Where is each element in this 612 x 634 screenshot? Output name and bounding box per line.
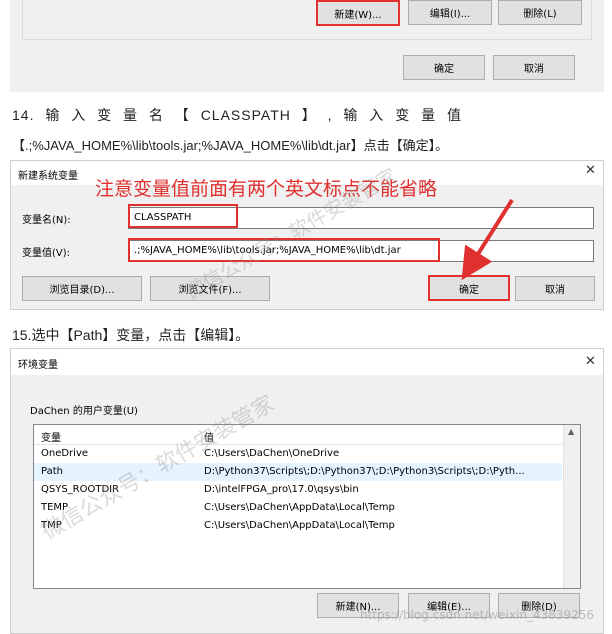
row-name: Path — [41, 466, 63, 477]
close-icon[interactable]: ✕ — [585, 354, 596, 369]
close-icon[interactable]: ✕ — [585, 163, 596, 178]
step14-line1: 14. 输 入 变 量 名 【 CLASSPATH 】 , 输 入 变 量 值 — [12, 107, 462, 123]
table-row[interactable]: TMP C:\Users\DaChen\AppData\Local\Temp — [34, 517, 562, 535]
browse-dir-button[interactable]: 浏览目录(D)... — [22, 276, 142, 301]
new-var-cancel-button[interactable]: 取消 — [515, 276, 595, 301]
row-value: C:\Users\DaChen\OneDrive — [204, 448, 340, 459]
row-name: TEMP — [41, 502, 69, 513]
top-edit-button[interactable]: 编辑(I)... — [408, 0, 492, 25]
step15-text: 15.选中【Path】变量，点击【编辑】。 — [12, 327, 250, 343]
new-var-dialog-title: 新建系统变量 — [18, 171, 78, 182]
column-header-val[interactable]: 值 — [204, 429, 214, 444]
env-titlebar — [11, 349, 603, 375]
row-name: TMP — [41, 520, 62, 531]
row-name: OneDrive — [41, 448, 89, 459]
browse-file-button[interactable]: 浏览文件(F)... — [150, 276, 270, 301]
user-vars-group-label: DaChen 的用户变量(U) — [30, 406, 138, 417]
row-value: C:\Users\DaChen\AppData\Local\Temp — [204, 520, 395, 531]
top-cancel-button[interactable]: 取消 — [493, 55, 575, 80]
env-dialog-title: 环境变量 — [18, 360, 58, 371]
table-row[interactable]: QSYS_ROOTDIR D:\intelFPGA_pro\17.0\qsys\… — [34, 481, 562, 499]
scroll-up-icon[interactable]: ▲ — [568, 427, 574, 436]
annotation-text: 注意变量值前面有两个英文标点不能省略 — [95, 178, 438, 200]
new-var-ok-button[interactable]: 确定 — [428, 275, 510, 301]
vertical-scrollbar[interactable]: ▲ — [563, 425, 580, 588]
row-name: QSYS_ROOTDIR — [41, 484, 120, 495]
env-delete-button[interactable]: 删除(D) — [498, 593, 580, 618]
list-header: 变量 值 — [34, 425, 564, 445]
table-row[interactable]: OneDrive C:\Users\DaChen\OneDrive — [34, 445, 562, 463]
var-name-highlight — [128, 204, 238, 228]
row-value: C:\Users\DaChen\AppData\Local\Temp — [204, 502, 395, 513]
row-value: D:\intelFPGA_pro\17.0\qsys\bin — [204, 484, 359, 495]
env-new-button[interactable]: 新建(N)... — [317, 593, 399, 618]
var-name-label: 变量名(N): — [22, 215, 71, 226]
var-value-label: 变量值(V): — [22, 248, 71, 259]
var-value-highlight — [128, 238, 440, 262]
top-new-button[interactable]: 新建(W)... — [316, 0, 400, 26]
user-vars-list[interactable]: 变量 值 OneDrive C:\Users\DaChen\OneDrive P… — [33, 424, 581, 589]
row-value: D:\Python37\Scripts\;D:\Python37\;D:\Pyt… — [204, 466, 525, 477]
top-delete-button[interactable]: 删除(L) — [498, 0, 582, 25]
step14-line2: 【.;%JAVA_HOME%\lib\tools.jar;%JAVA_HOME%… — [12, 138, 449, 153]
table-row[interactable]: TEMP C:\Users\DaChen\AppData\Local\Temp — [34, 499, 562, 517]
column-header-var[interactable]: 变量 — [41, 429, 61, 444]
top-ok-button[interactable]: 确定 — [403, 55, 485, 80]
env-edit-button[interactable]: 编辑(E)... — [408, 593, 490, 618]
table-row[interactable]: Path D:\Python37\Scripts\;D:\Python37\;D… — [34, 463, 562, 481]
